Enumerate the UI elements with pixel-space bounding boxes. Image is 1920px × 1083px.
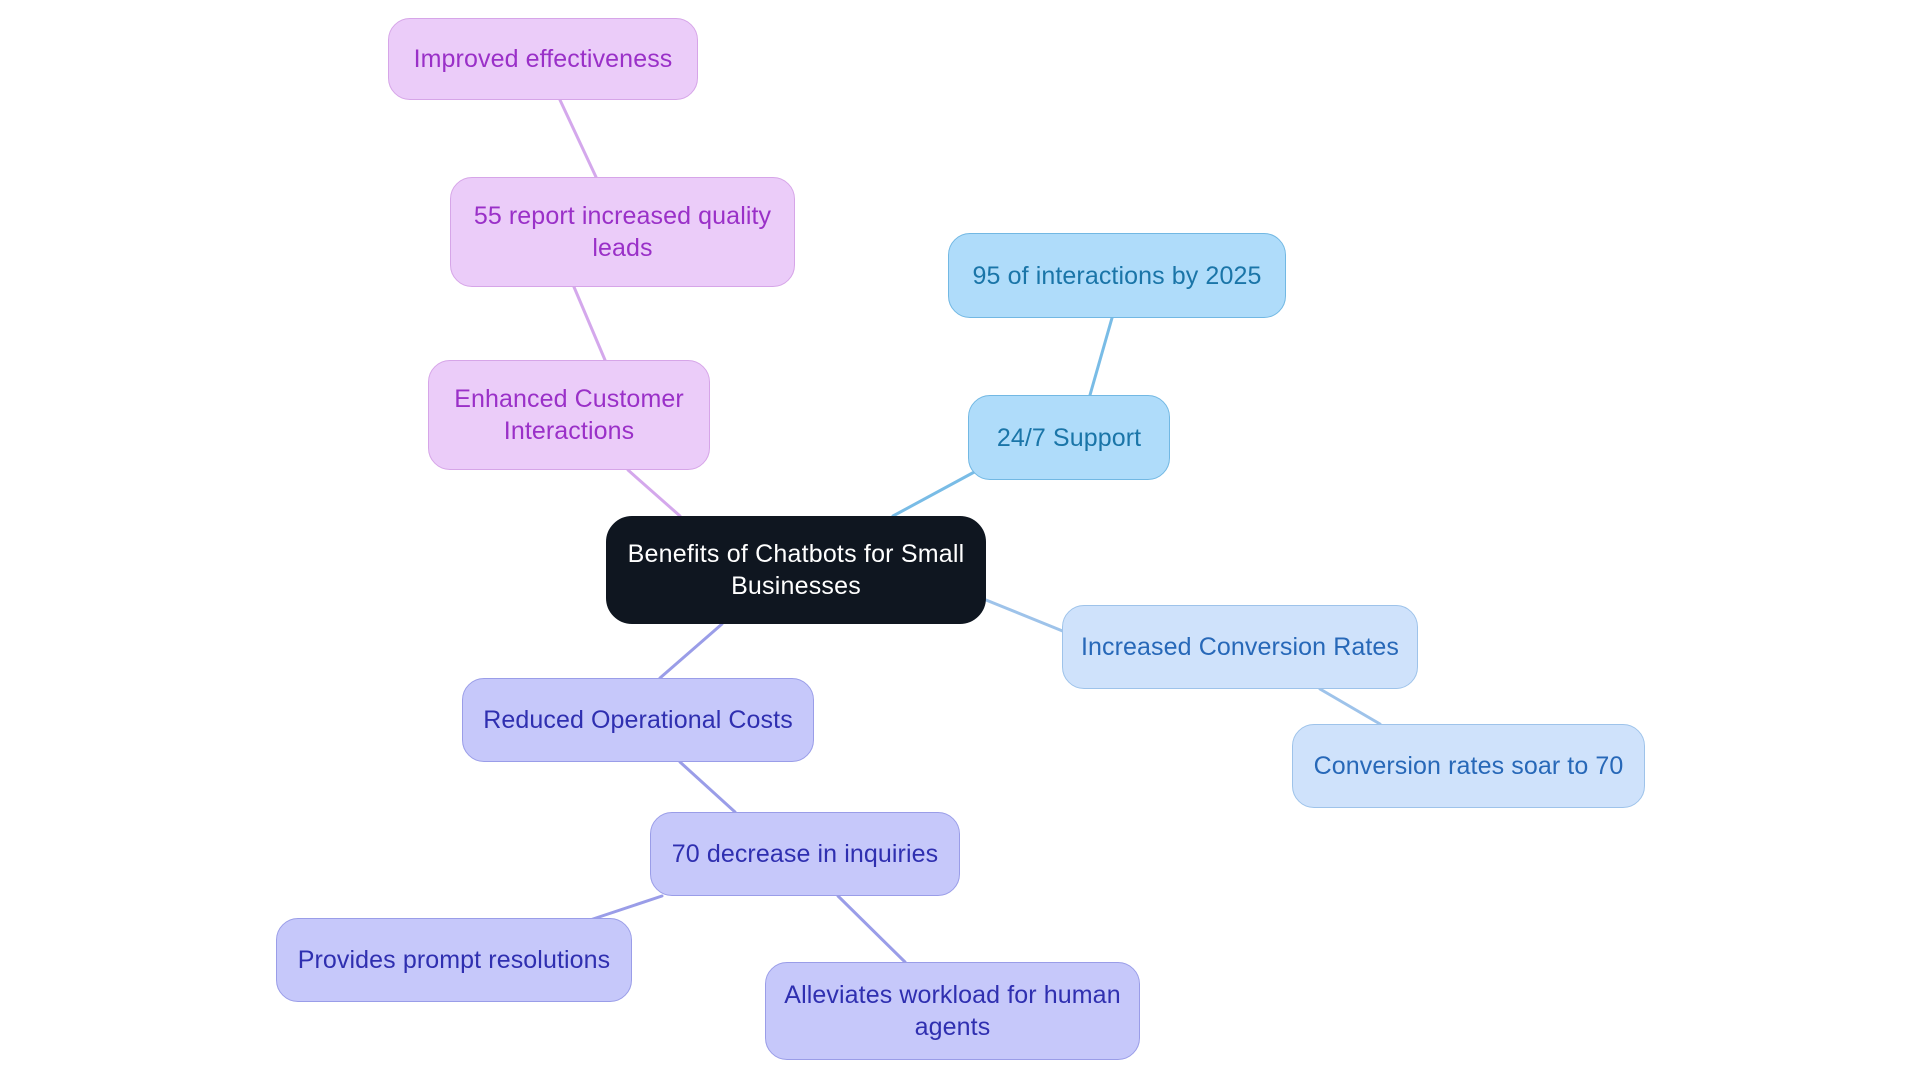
mindmap-node-label: Conversion rates soar to 70 [1313, 752, 1624, 780]
mindmap-edge [1318, 687, 1382, 726]
mindmap-node-label: Provides prompt resolutions [297, 946, 611, 974]
mindmap-node-label: 70 decrease in inquiries [671, 840, 939, 868]
mindmap-node-increased-conversion-rates[interactable]: Increased Conversion Rates [1062, 605, 1418, 689]
mindmap-node-provides-prompt-resolutions[interactable]: Provides prompt resolutions [276, 918, 632, 1002]
mindmap-node-label: 24/7 Support [996, 423, 1142, 452]
mindmap-edge [626, 468, 682, 518]
mindmap-edge [588, 894, 664, 922]
mindmap-canvas: Benefits of Chatbots for Small Businesse… [0, 0, 1920, 1083]
mindmap-node-conversion-rates-soar-to-70[interactable]: Conversion rates soar to 70 [1292, 724, 1645, 808]
mindmap-node-label: 95 of interactions by 2025 [972, 261, 1262, 290]
mindmap-node-24-7-support[interactable]: 24/7 Support [968, 395, 1170, 480]
mindmap-edge [572, 285, 607, 362]
mindmap-node-enhanced-customer-interactions[interactable]: Enhanced Customer Interactions [428, 360, 710, 470]
mindmap-node-label: Improved effectiveness [413, 45, 673, 73]
mindmap-node-95-of-interactions-by-2025[interactable]: 95 of interactions by 2025 [948, 233, 1286, 318]
mindmap-node-label: Increased Conversion Rates [1080, 633, 1400, 661]
mindmap-edge [558, 98, 598, 179]
mindmap-edge [836, 894, 907, 964]
mindmap-edge [984, 598, 1072, 636]
mindmap-node-label: 55 report increased quality leads [473, 202, 772, 262]
mindmap-node-improved-effectiveness[interactable]: Improved effectiveness [388, 18, 698, 100]
mindmap-edge [891, 468, 980, 518]
mindmap-node-55-report-increased-quality-leads[interactable]: 55 report increased quality leads [450, 177, 795, 287]
mindmap-node-root[interactable]: Benefits of Chatbots for Small Businesse… [606, 516, 986, 624]
mindmap-node-label: Benefits of Chatbots for Small Businesse… [627, 540, 965, 600]
mindmap-edge [678, 760, 737, 814]
mindmap-edge [1088, 316, 1114, 397]
mindmap-node-label: Enhanced Customer Interactions [454, 385, 684, 445]
mindmap-node-reduced-operational-costs[interactable]: Reduced Operational Costs [462, 678, 814, 762]
mindmap-node-70-decrease-in-inquiries[interactable]: 70 decrease in inquiries [650, 812, 960, 896]
mindmap-node-label: Alleviates workload for human agents [784, 981, 1121, 1041]
mindmap-node-label: Reduced Operational Costs [483, 706, 793, 734]
mindmap-edge [658, 622, 724, 680]
mindmap-node-alleviates-workload-for-human-agents[interactable]: Alleviates workload for human agents [765, 962, 1140, 1060]
